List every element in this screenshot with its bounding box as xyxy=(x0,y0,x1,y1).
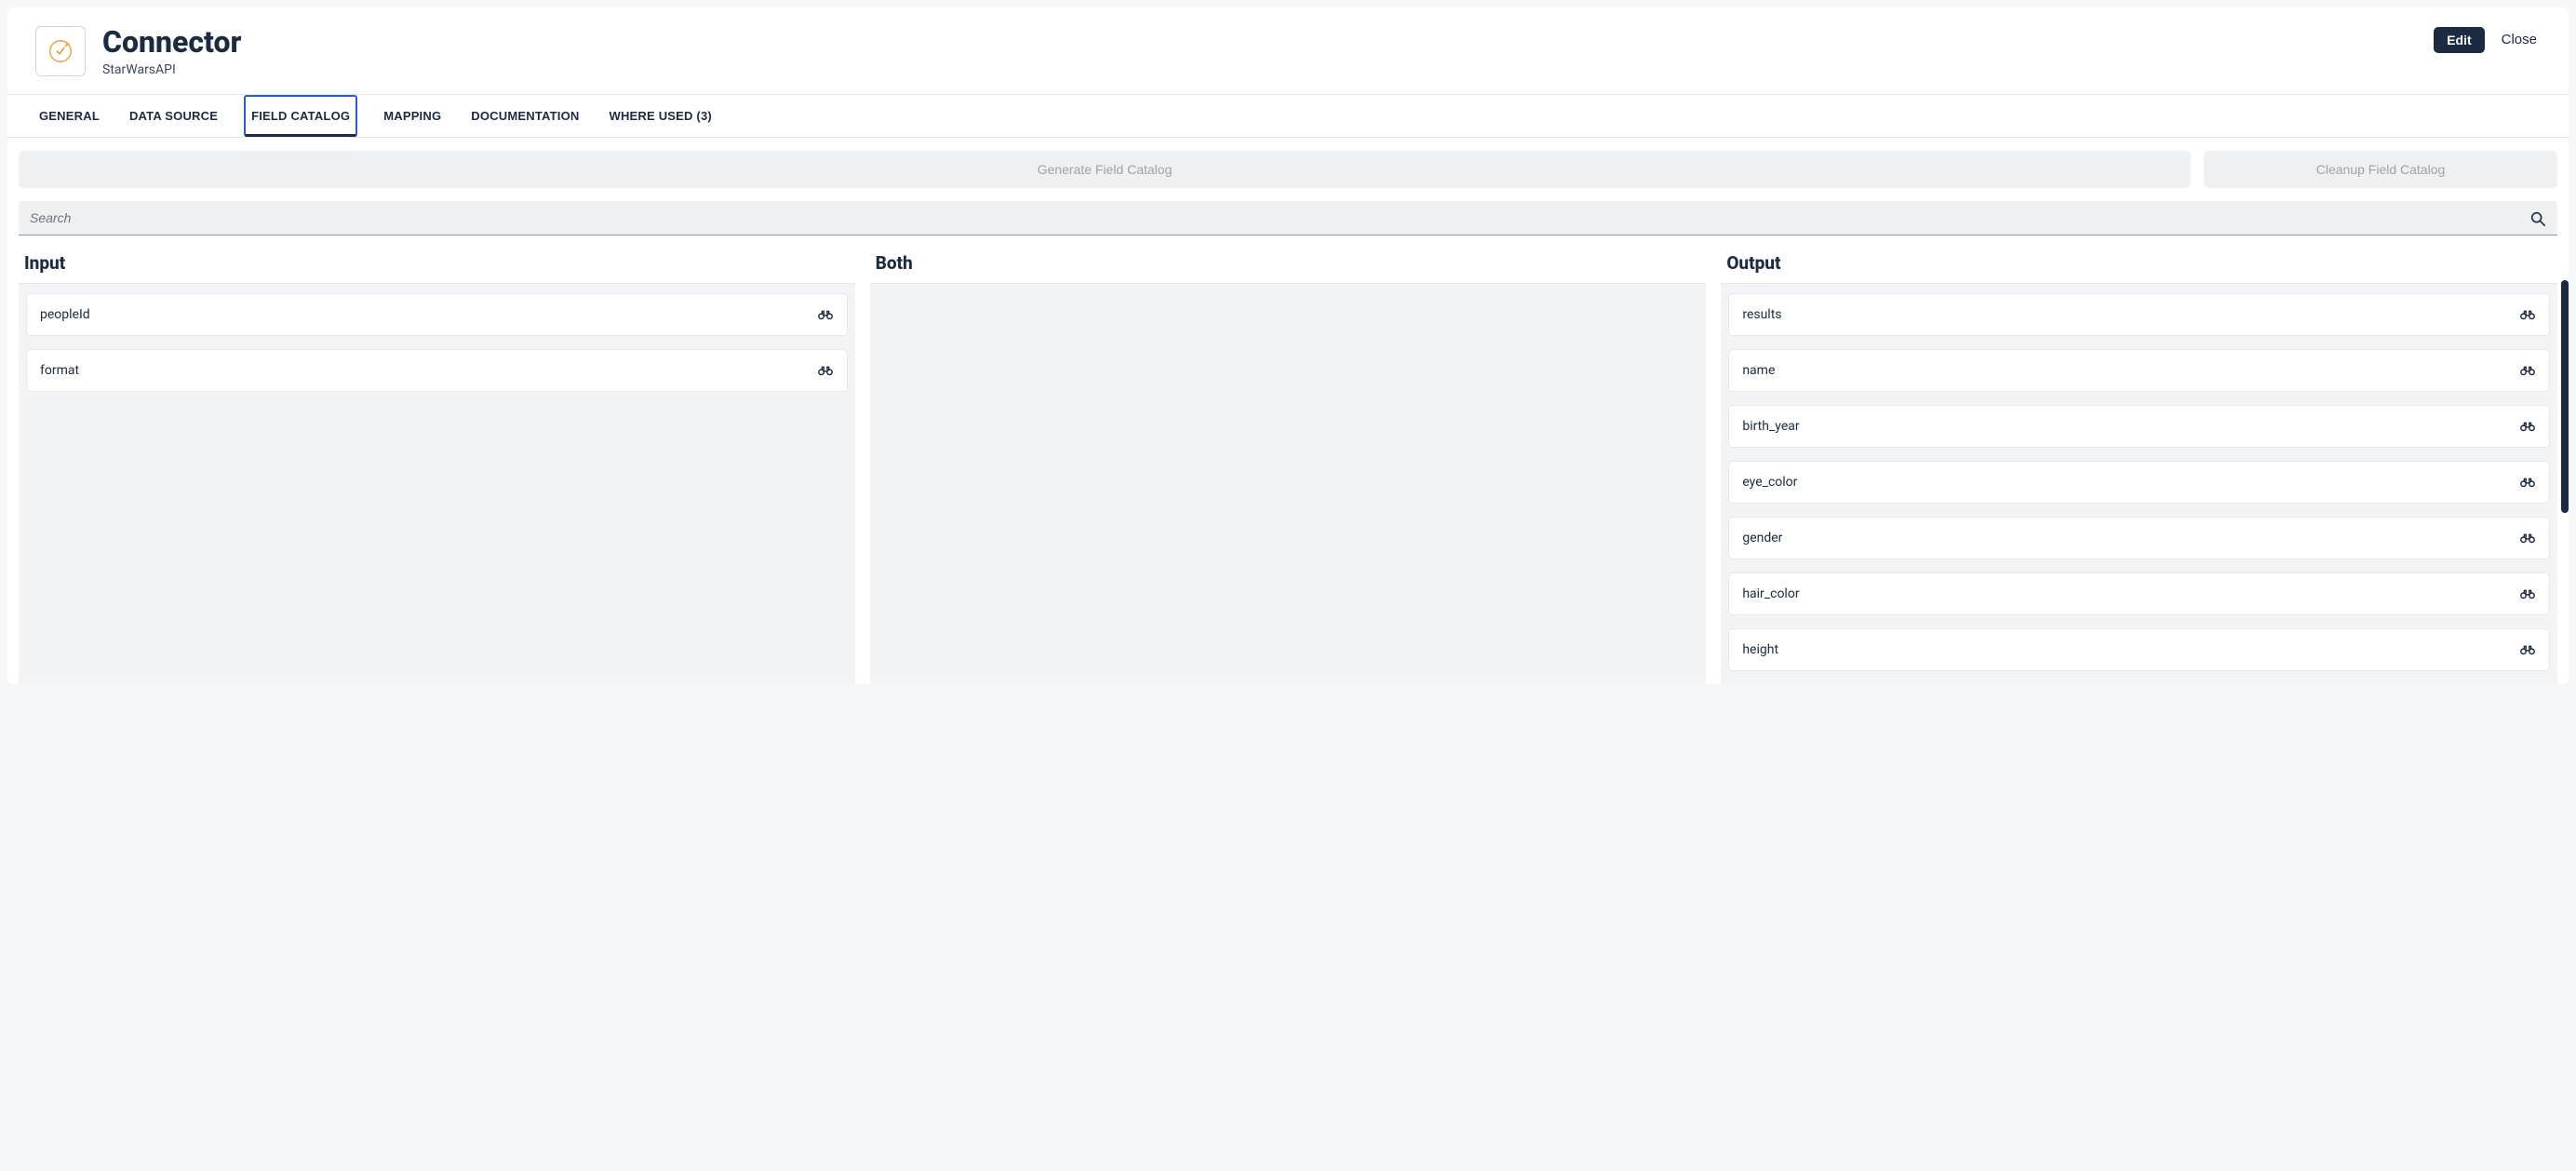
field-card[interactable]: birth_year xyxy=(1728,405,2550,448)
field-label: gender xyxy=(1742,531,1782,545)
field-card[interactable]: gender xyxy=(1728,517,2550,559)
field-label: format xyxy=(40,363,79,378)
binoculars-icon xyxy=(2519,420,2536,433)
binoculars-icon xyxy=(817,364,834,377)
both-column-title: Both xyxy=(870,247,1707,284)
connector-icon xyxy=(47,37,74,65)
field-card[interactable]: eye_color xyxy=(1728,461,2550,504)
close-button[interactable]: Close xyxy=(2498,26,2541,53)
tab-data-source[interactable]: DATA SOURCE xyxy=(126,95,221,137)
connector-logo xyxy=(35,26,86,76)
field-card[interactable]: results xyxy=(1728,293,2550,336)
binoculars-icon xyxy=(2519,587,2536,600)
tab-where-used[interactable]: WHERE USED (3) xyxy=(606,95,716,137)
page-header: Connector StarWarsAPI Edit Close xyxy=(7,7,2569,95)
field-label: height xyxy=(1742,642,1778,657)
binoculars-icon xyxy=(2519,643,2536,656)
field-label: name xyxy=(1742,363,1775,378)
field-label: hair_color xyxy=(1742,586,1799,601)
binoculars-icon xyxy=(2519,476,2536,489)
search-input[interactable] xyxy=(19,201,2557,236)
both-column: Both xyxy=(870,247,1707,684)
field-card[interactable]: peopleId xyxy=(26,293,848,336)
cleanup-field-catalog-button[interactable]: Cleanup Field Catalog xyxy=(2204,151,2557,188)
tab-general[interactable]: GENERAL xyxy=(35,95,103,137)
field-label: eye_color xyxy=(1742,475,1797,490)
binoculars-icon xyxy=(2519,308,2536,321)
generate-field-catalog-button[interactable]: Generate Field Catalog xyxy=(19,151,2191,188)
binoculars-icon xyxy=(2519,364,2536,377)
output-column-title: Output xyxy=(1721,247,2557,284)
page-title: Connector xyxy=(102,26,241,59)
field-label: birth_year xyxy=(1742,419,1799,434)
field-card[interactable]: name xyxy=(1728,349,2550,392)
tab-bar: GENERAL DATA SOURCE FIELD CATALOG MAPPIN… xyxy=(7,95,2569,138)
tab-documentation[interactable]: DOCUMENTATION xyxy=(467,95,583,137)
edit-button[interactable]: Edit xyxy=(2434,27,2484,53)
tab-mapping[interactable]: MAPPING xyxy=(380,95,445,137)
field-card[interactable]: format xyxy=(26,349,848,392)
field-card[interactable]: height xyxy=(1728,628,2550,671)
output-column: Output results name birth_year eye_colorgen… xyxy=(1721,247,2557,684)
input-column: Input peopleId format xyxy=(19,247,855,684)
field-label: results xyxy=(1742,307,1781,322)
binoculars-icon xyxy=(2519,532,2536,545)
output-scrollbar[interactable] xyxy=(2561,280,2569,513)
tab-field-catalog[interactable]: FIELD CATALOG xyxy=(244,95,357,137)
field-label: peopleId xyxy=(40,307,90,322)
input-column-title: Input xyxy=(19,247,855,284)
page-subtitle: StarWarsAPI xyxy=(102,62,241,77)
field-card[interactable]: hair_color xyxy=(1728,572,2550,615)
binoculars-icon xyxy=(817,308,834,321)
